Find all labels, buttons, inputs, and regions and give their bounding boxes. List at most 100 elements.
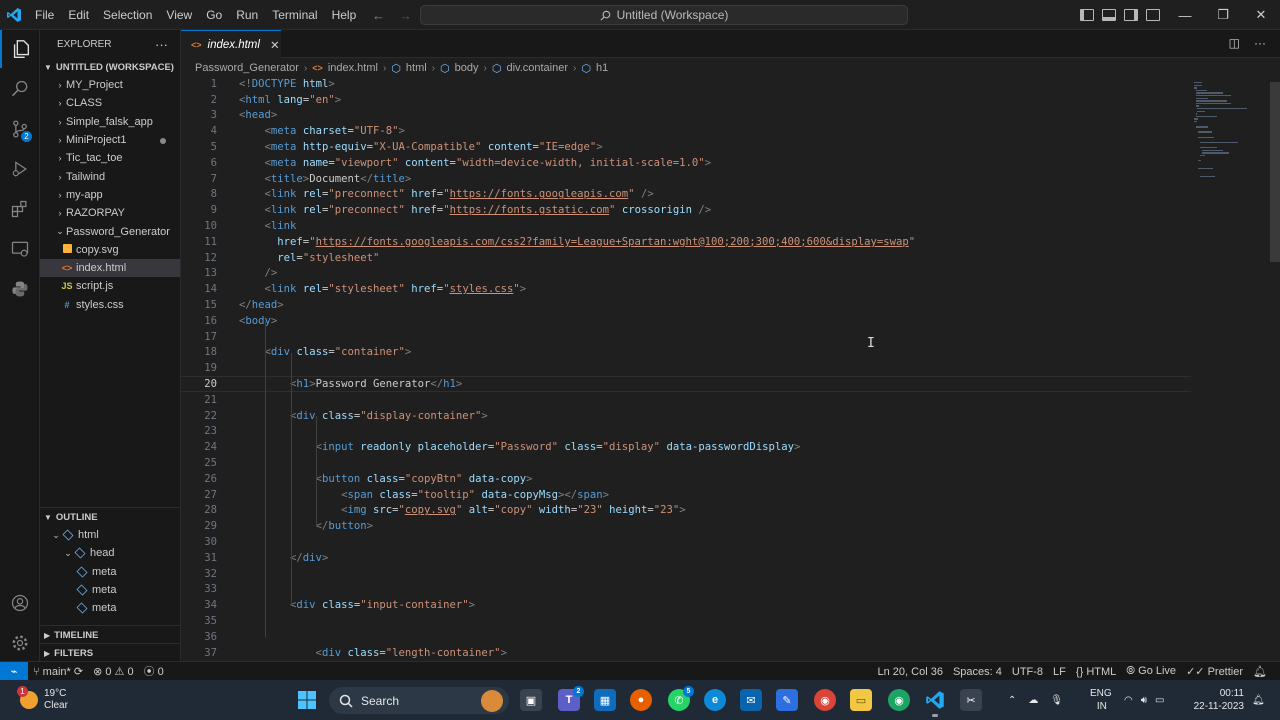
breadcrumb-body[interactable]: body	[455, 62, 479, 74]
close-window-icon[interactable]: ✕	[1242, 0, 1280, 30]
menu-run[interactable]: Run	[229, 0, 265, 30]
cursor-position[interactable]: Ln 20, Col 36	[873, 666, 948, 678]
settings-gear-icon[interactable]	[0, 624, 40, 662]
source-control-icon[interactable]: 2	[0, 110, 40, 148]
run-debug-icon[interactable]	[0, 150, 40, 188]
chrome-profile-icon[interactable]: ◉	[888, 689, 910, 711]
file-explorer-icon[interactable]: ▭	[850, 689, 872, 711]
end-of-line[interactable]: LF	[1048, 666, 1071, 678]
notifications-bell-icon[interactable]: 🔔︎	[1248, 665, 1272, 678]
quick-settings[interactable]: ◠ 🔊︎ ▭	[1124, 680, 1165, 720]
indentation[interactable]: Spaces: 4	[948, 666, 1007, 678]
breadcrumb-file[interactable]: index.html	[328, 62, 378, 74]
snipping-tool-icon[interactable]: ✂	[960, 689, 982, 711]
file-item[interactable]: # styles.css	[40, 296, 180, 314]
clock[interactable]: 00:11 22-11-2023	[1192, 680, 1244, 720]
workspace-section-header[interactable]: ▼ UNTITLED (WORKSPACE)	[40, 58, 180, 76]
chrome-icon[interactable]: ◉	[814, 689, 836, 711]
task-view-icon[interactable]: ▣	[520, 689, 542, 711]
vscode-taskbar-icon[interactable]	[924, 689, 946, 717]
toggle-primary-sidebar-icon[interactable]	[1080, 9, 1094, 21]
windows-start-icon[interactable]	[296, 689, 318, 711]
folder-item[interactable]: › Simple_falsk_app	[40, 113, 180, 131]
ports-status[interactable]: ⦿ 0	[139, 663, 169, 679]
more-actions-icon[interactable]: ···	[155, 37, 168, 52]
menu-go[interactable]: Go	[199, 0, 229, 30]
tab-index-html[interactable]: <> index.html ✕	[181, 30, 281, 58]
editor-more-icon[interactable]: ···	[1254, 36, 1266, 50]
command-center[interactable]: Untitled (Workspace)	[420, 5, 908, 25]
file-item[interactable]: JS script.js	[40, 277, 180, 295]
go-live-button[interactable]: ⦾ Go Live	[1121, 665, 1181, 678]
outline-item[interactable]: meta	[40, 599, 180, 617]
outline-header[interactable]: ▼ OUTLINE	[40, 508, 180, 526]
menu-view[interactable]: View	[159, 0, 199, 30]
breadcrumb-div[interactable]: div.container	[506, 62, 568, 74]
edge-icon[interactable]: e	[704, 689, 726, 711]
customize-layout-icon[interactable]	[1146, 9, 1160, 21]
file-item[interactable]: <> index.html	[40, 258, 180, 278]
file-item[interactable]: copy.svg	[40, 241, 180, 259]
show-hidden-icons-chevron-icon[interactable]: ⌃	[1008, 695, 1016, 706]
folder-item[interactable]: › MiniProject1	[40, 131, 180, 149]
extensions-icon[interactable]	[0, 190, 40, 228]
breadcrumb-folder[interactable]: Password_Generator	[195, 62, 299, 74]
code-editor[interactable]: 1 <!DOCTYPE html> 2 <html lang="en"> 3 <head>…	[181, 78, 1268, 661]
problems-status[interactable]: ⊗ 0 ⚠ 0	[88, 665, 139, 678]
folder-item[interactable]: › MY_Project	[40, 76, 180, 94]
python-icon[interactable]	[0, 270, 40, 308]
split-editor-icon[interactable]: ◫	[1229, 36, 1240, 50]
weather-widget[interactable]: 1 19°C Clear	[17, 684, 130, 716]
maximize-icon[interactable]: ❐	[1204, 0, 1242, 30]
remote-indicator-icon[interactable]: ⌁	[0, 661, 28, 681]
timeline-header[interactable]: ▶ TIMELINE	[40, 626, 180, 644]
back-arrow-icon[interactable]: ←	[372, 8, 385, 23]
line-number: 37	[204, 646, 217, 659]
forward-arrow-icon[interactable]: →	[399, 8, 412, 23]
folder-password-generator[interactable]: ⌄ Password_Generator	[40, 222, 180, 240]
whatsapp-icon[interactable]: ✆ 5	[668, 686, 694, 711]
explorer-icon[interactable]	[0, 30, 40, 68]
menu-selection[interactable]: Selection	[96, 0, 159, 30]
network-cloud-icon[interactable]: ☁	[1028, 695, 1038, 706]
toggle-secondary-sidebar-icon[interactable]	[1124, 9, 1138, 21]
teams-icon[interactable]: T2	[558, 686, 584, 711]
accounts-icon[interactable]	[0, 584, 40, 622]
editor-scrollbar[interactable]	[1268, 78, 1280, 661]
toggle-panel-icon[interactable]	[1102, 9, 1116, 21]
mail-icon[interactable]: ✉	[740, 689, 762, 711]
menu-file[interactable]: File	[28, 0, 61, 30]
folder-item[interactable]: › my-app	[40, 186, 180, 204]
close-tab-icon[interactable]: ✕	[270, 38, 280, 52]
outline-item[interactable]: meta	[40, 563, 180, 581]
scrollbar-thumb[interactable]	[1270, 82, 1280, 262]
folder-item[interactable]: › RAZORPAY	[40, 204, 180, 222]
minimap[interactable]	[1190, 78, 1268, 188]
filters-header[interactable]: ▶ FILTERS	[40, 644, 180, 661]
folder-item[interactable]: › Tic_tac_toe	[40, 149, 180, 167]
remote-explorer-icon[interactable]	[0, 230, 40, 268]
prettier-status[interactable]: ✓✓ Prettier	[1181, 665, 1248, 678]
taskbar-search[interactable]: Search	[329, 687, 509, 714]
breadcrumb-h1[interactable]: h1	[596, 62, 608, 74]
menu-terminal[interactable]: Terminal	[265, 0, 324, 30]
encoding[interactable]: UTF-8	[1007, 666, 1048, 678]
language-indicator[interactable]: ENG IN	[1090, 680, 1112, 720]
notification-center-icon[interactable]: 🔔︎	[1252, 680, 1265, 720]
menu-help[interactable]: Help	[325, 0, 364, 30]
outline-item[interactable]: meta	[40, 581, 180, 599]
language-mode[interactable]: {} HTML	[1071, 666, 1121, 678]
outline-item[interactable]: ⌄ html	[40, 526, 180, 544]
breadcrumb-html[interactable]: html	[406, 62, 427, 74]
menu-edit[interactable]: Edit	[61, 0, 96, 30]
branch-status[interactable]: ⑂ main* ⟳	[28, 665, 88, 678]
folder-item[interactable]: › Tailwind	[40, 167, 180, 185]
search-activity-icon[interactable]	[0, 70, 40, 108]
folder-item[interactable]: › CLASS	[40, 94, 180, 112]
microphone-icon[interactable]: 🎙︎	[1050, 695, 1063, 706]
microsoft-store-icon[interactable]: ▦	[594, 689, 616, 711]
minimize-icon[interactable]: —	[1166, 0, 1204, 30]
outline-item[interactable]: ⌄ head	[40, 544, 180, 562]
firefox-icon[interactable]: ●	[630, 689, 652, 711]
pen-app-icon[interactable]: ✎	[776, 689, 798, 711]
